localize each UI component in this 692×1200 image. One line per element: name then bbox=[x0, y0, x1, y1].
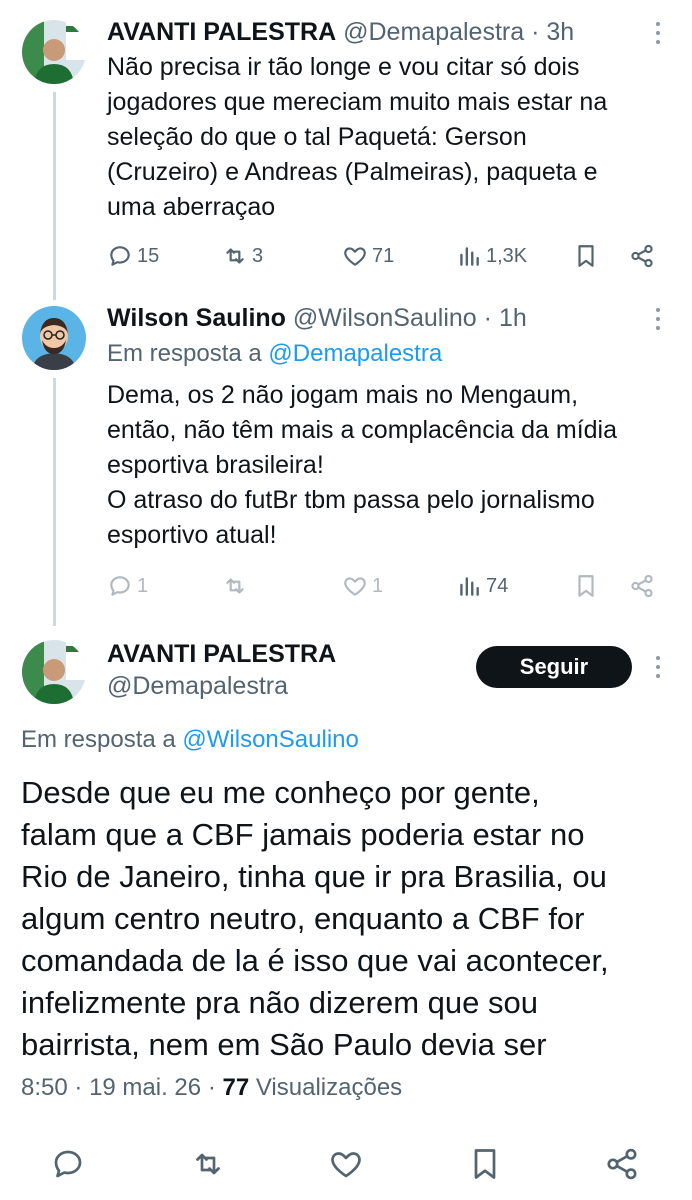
like-count: 71 bbox=[372, 244, 395, 267]
avatar[interactable] bbox=[22, 306, 86, 370]
reply-icon bbox=[110, 576, 130, 596]
separator-dot: · bbox=[207, 1074, 216, 1101]
retweet-button[interactable] bbox=[222, 568, 248, 604]
reply-icon bbox=[54, 1150, 82, 1178]
views-count: 77 bbox=[222, 1074, 250, 1101]
action-bar: 1 1 74 bbox=[0, 568, 692, 604]
tweet-time[interactable]: 8:50 bbox=[21, 1074, 68, 1101]
text-line: algum centro neutro, enquanto a CBF for bbox=[21, 901, 585, 936]
main-display-name-row: AVANTI PALESTRA bbox=[107, 638, 336, 670]
reply-mention-link[interactable]: @WilsonSaulino bbox=[182, 726, 358, 753]
bookmark-icon bbox=[474, 1149, 496, 1179]
views-button[interactable]: 1,3K bbox=[456, 238, 527, 274]
retweet-count: 3 bbox=[252, 244, 264, 267]
avatar[interactable] bbox=[22, 640, 86, 704]
user-handle[interactable]: @Demapalestra bbox=[343, 18, 524, 46]
retweet-button[interactable] bbox=[190, 1146, 226, 1182]
share-button[interactable] bbox=[629, 238, 655, 274]
text-line: (Cruzeiro) e Andreas (Palmeiras), paquet… bbox=[107, 158, 598, 186]
avatar[interactable] bbox=[22, 20, 86, 84]
display-name[interactable]: AVANTI PALESTRA bbox=[107, 640, 336, 668]
text-line: esportivo atual! bbox=[107, 521, 277, 549]
views-count: 74 bbox=[486, 574, 509, 597]
heart-icon bbox=[344, 577, 366, 596]
tweet-header: Wilson Saulino @WilsonSaulino · 1h bbox=[107, 302, 527, 334]
share-icon bbox=[631, 574, 653, 598]
reply-prefix: Em resposta a bbox=[21, 726, 176, 753]
retweet-button[interactable]: 3 bbox=[222, 238, 263, 274]
tweet-text: Dema, os 2 não jogam mais no Mengaum, en… bbox=[107, 378, 617, 553]
reply-context: Em resposta a @Demapalestra bbox=[107, 338, 442, 370]
user-handle[interactable]: @WilsonSaulino bbox=[293, 304, 477, 332]
more-vertical-icon[interactable] bbox=[648, 656, 668, 678]
views-chart-icon bbox=[460, 577, 479, 596]
main-action-bar bbox=[0, 1146, 692, 1186]
reply-count: 15 bbox=[137, 244, 160, 267]
views-button[interactable]: 74 bbox=[456, 568, 508, 604]
display-name[interactable]: AVANTI PALESTRA bbox=[107, 18, 336, 46]
text-line: uma aberraçao bbox=[107, 193, 276, 221]
reply-icon bbox=[110, 246, 130, 266]
views-label[interactable]: Visualizações bbox=[256, 1074, 402, 1101]
separator-dot: · bbox=[483, 304, 492, 332]
reply-context: Em resposta a @WilsonSaulino bbox=[21, 724, 359, 756]
text-line: seleção do que o tal Paquetá: Gerson bbox=[107, 123, 527, 151]
views-count: 1,3K bbox=[486, 244, 528, 267]
follow-button[interactable]: Seguir bbox=[476, 646, 632, 688]
bookmark-button[interactable] bbox=[573, 568, 599, 604]
tweet-time[interactable]: 3h bbox=[546, 18, 574, 46]
text-line: infelizmente pra não dizerem que sou bbox=[21, 985, 538, 1020]
bookmark-button[interactable] bbox=[467, 1146, 503, 1182]
like-button[interactable]: 1 bbox=[342, 568, 383, 604]
like-button[interactable]: 71 bbox=[342, 238, 394, 274]
text-line: Desde que eu me conheço por gente, bbox=[21, 775, 540, 810]
share-button[interactable] bbox=[629, 568, 655, 604]
display-name[interactable]: Wilson Saulino bbox=[107, 304, 286, 332]
text-line: jogadores que mereciam muito mais estar … bbox=[107, 88, 608, 116]
bookmark-icon bbox=[578, 245, 594, 267]
heart-icon bbox=[331, 1152, 361, 1178]
separator-dot: · bbox=[74, 1074, 83, 1101]
action-bar: 15 3 71 1,3K bbox=[0, 238, 692, 274]
like-count: 1 bbox=[372, 574, 384, 597]
reply-mention-link[interactable]: @Demapalestra bbox=[268, 340, 442, 367]
text-line: falam que a CBF jamais poderia estar no bbox=[21, 817, 585, 852]
bookmark-icon bbox=[578, 575, 594, 597]
retweet-icon bbox=[196, 1153, 220, 1175]
reply-button[interactable] bbox=[50, 1146, 86, 1182]
text-line: Dema, os 2 não jogam mais no Mengaum, bbox=[107, 381, 579, 409]
text-line: então, não têm mais a complacência da mí… bbox=[107, 416, 617, 444]
share-button[interactable] bbox=[604, 1146, 640, 1182]
reply-button[interactable]: 15 bbox=[107, 238, 159, 274]
retweet-icon bbox=[226, 248, 244, 264]
tweet-metadata: 8:50 · 19 mai. 26 · 77 Visualizações bbox=[21, 1072, 402, 1104]
main-tweet-text: Desde que eu me conheço por gente, falam… bbox=[21, 772, 609, 1066]
retweet-icon bbox=[226, 578, 244, 594]
separator-dot: · bbox=[531, 18, 540, 46]
bookmark-button[interactable] bbox=[573, 238, 599, 274]
more-vertical-icon[interactable] bbox=[648, 308, 668, 330]
tweet-time[interactable]: 1h bbox=[499, 304, 527, 332]
reply-prefix: Em resposta a bbox=[107, 340, 262, 367]
user-handle[interactable]: @Demapalestra bbox=[107, 672, 288, 700]
reply-count: 1 bbox=[137, 574, 149, 597]
text-line: Rio de Janeiro, tinha que ir pra Brasili… bbox=[21, 859, 607, 894]
like-button[interactable] bbox=[328, 1146, 364, 1182]
reply-button[interactable]: 1 bbox=[107, 568, 148, 604]
tweet-header: AVANTI PALESTRA @Demapalestra · 3h bbox=[107, 16, 574, 48]
text-line: O atraso do futBr tbm passa pelo jornali… bbox=[107, 486, 595, 514]
tweet-text: Não precisa ir tão longe e vou citar só … bbox=[107, 50, 607, 225]
views-chart-icon bbox=[460, 247, 479, 266]
more-vertical-icon[interactable] bbox=[648, 22, 668, 44]
text-line: bairrista, nem em São Paulo devia ser bbox=[21, 1027, 547, 1062]
share-icon bbox=[631, 244, 653, 268]
text-line: comandada de la é isso que vai acontecer… bbox=[21, 943, 609, 978]
heart-icon bbox=[344, 247, 366, 266]
text-line: Não precisa ir tão longe e vou citar só … bbox=[107, 53, 580, 81]
text-line: esportiva brasileira! bbox=[107, 451, 324, 479]
tweet-date[interactable]: 19 mai. 26 bbox=[89, 1074, 201, 1101]
main-handle-row: @Demapalestra bbox=[107, 670, 288, 702]
share-icon bbox=[607, 1148, 637, 1180]
